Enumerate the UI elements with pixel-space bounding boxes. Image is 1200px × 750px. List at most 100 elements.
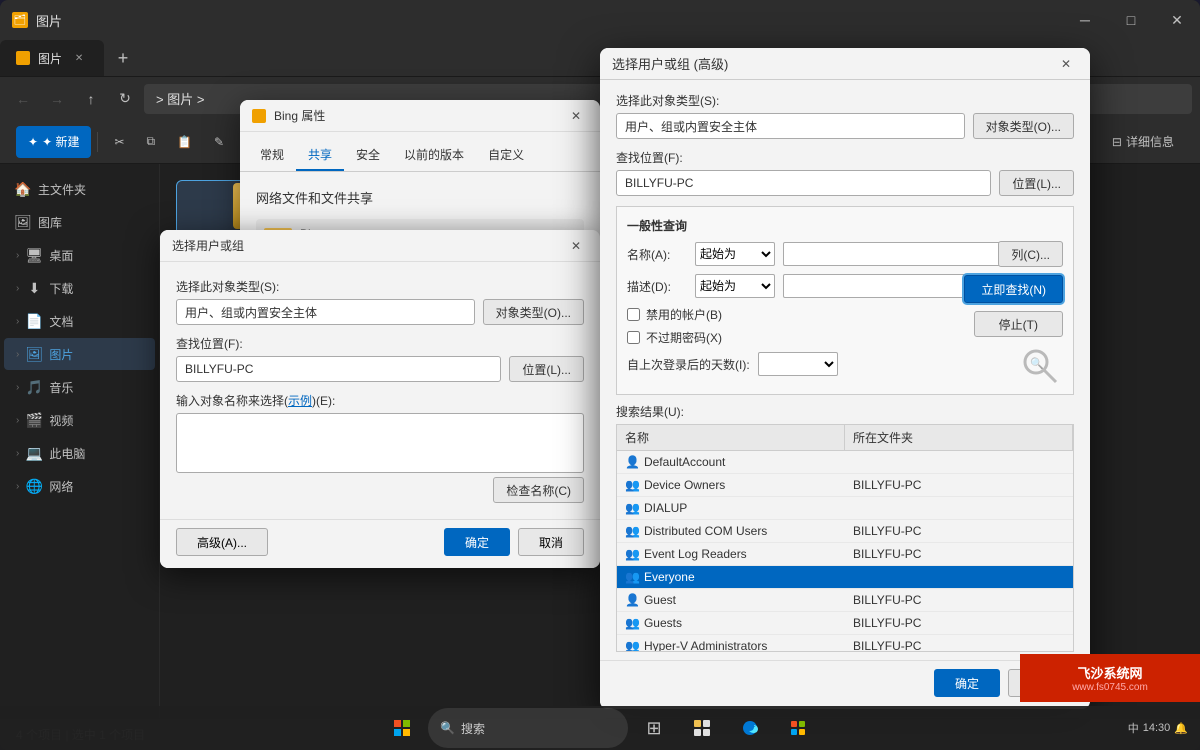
sidebar-item-desktop[interactable]: › 🖥 桌面 (4, 239, 155, 271)
tab-close-button[interactable]: ✕ (70, 49, 88, 67)
object-type-value: 用户、组或内置安全主体 (185, 304, 317, 321)
adv-location-btn[interactable]: 位置(L)... (999, 170, 1074, 196)
notification-icon[interactable]: 🔔 (1174, 722, 1188, 735)
disabled-checkbox[interactable] (627, 308, 640, 321)
sidebar-item-videos[interactable]: › 🎬 视频 (4, 404, 155, 436)
taskview-button[interactable]: ⊞ (632, 708, 676, 748)
refresh-button[interactable]: ↻ (110, 84, 140, 114)
tab-security[interactable]: 安全 (344, 140, 392, 171)
bing-props-title: Bing 属性 (274, 107, 564, 124)
back-button[interactable]: ← (8, 84, 38, 114)
list-columns-button[interactable]: 列(C)... (998, 241, 1063, 267)
cut-button[interactable]: ✂ (104, 126, 134, 158)
result-row-7[interactable]: 👥Guests BILLYFU-PC (617, 612, 1073, 635)
results-section: 搜索结果(U): 名称 所在文件夹 👤DefaultAccount 👥Devic… (616, 403, 1074, 652)
close-button[interactable]: ✕ (1154, 0, 1200, 40)
no-expire-label: 不过期密码(X) (646, 329, 722, 346)
svg-text:🔍: 🔍 (1030, 356, 1044, 370)
home-icon: 🏠 (16, 182, 30, 196)
object-type-input: 用户、组或内置安全主体 (176, 299, 475, 325)
sidebar-item-pictures[interactable]: › 🖼 图片 (4, 338, 155, 370)
select-user-cancel[interactable]: 取消 (518, 528, 584, 556)
paste-button[interactable]: 📋 (167, 126, 202, 158)
taskbar: 🔍 搜索 ⊞ 中 (0, 706, 1200, 750)
desc-select[interactable]: 起始为 (695, 274, 775, 298)
sidebar-item-network[interactable]: › 🌐 网络 (4, 470, 155, 502)
store-taskbar-btn[interactable] (776, 708, 820, 748)
forward-button[interactable]: → (42, 84, 72, 114)
sidebar-item-music[interactable]: › 🎵 音乐 (4, 371, 155, 403)
example-link[interactable]: 示例 (288, 394, 312, 408)
check-name-button[interactable]: 检查名称(C) (493, 477, 584, 503)
result-row-6[interactable]: 👤Guest BILLYFU-PC (617, 589, 1073, 612)
sidebar-item-downloads[interactable]: › ⬇ 下载 (4, 272, 155, 304)
result-name-4: 👥Event Log Readers (617, 543, 845, 565)
rename-button[interactable]: ✎ (204, 126, 234, 158)
days-select[interactable] (758, 352, 838, 376)
maximize-button[interactable]: □ (1108, 0, 1154, 40)
sidebar: 🏠 主文件夹 🖼 图库 › 🖥 桌面 › ⬇ 下载 › 📄 文档 (0, 164, 160, 718)
desc-label: 描述(D): (627, 278, 687, 295)
result-row-3[interactable]: 👥Distributed COM Users BILLYFU-PC (617, 520, 1073, 543)
start-button[interactable] (380, 708, 424, 748)
minimize-button[interactable]: ─ (1062, 0, 1108, 40)
adv-object-btn[interactable]: 对象类型(O)... (973, 113, 1074, 139)
watermark-url: www.fs0745.com (1072, 682, 1148, 693)
sidebar-label-downloads: 下载 (49, 280, 73, 297)
tab-sharing[interactable]: 共享 (296, 140, 344, 171)
tab-pictures[interactable]: 图片 ✕ (0, 40, 104, 76)
select-user-ok[interactable]: 确定 (444, 528, 510, 556)
result-folder-4: BILLYFU-PC (845, 543, 1073, 565)
address-path: > 图片 > (156, 89, 204, 108)
result-row-0[interactable]: 👤DefaultAccount (617, 451, 1073, 474)
expand-icon4: › (16, 349, 19, 360)
tab-general[interactable]: 常规 (248, 140, 296, 171)
new-button[interactable]: ✦ ✦ 新建 (16, 126, 91, 158)
gallery-icon: 🖼 (16, 215, 30, 229)
details-button[interactable]: ⊟ 详细信息 (1102, 126, 1184, 158)
tab-custom[interactable]: 自定义 (476, 140, 536, 171)
results-header: 名称 所在文件夹 (617, 425, 1073, 451)
select-user-close[interactable]: ✕ (564, 234, 588, 258)
object-name-input[interactable] (176, 413, 584, 473)
result-row-5[interactable]: 👥Everyone (617, 566, 1073, 589)
edge-taskbar-btn[interactable] (728, 708, 772, 748)
result-row-4[interactable]: 👥Event Log Readers BILLYFU-PC (617, 543, 1073, 566)
separator1 (97, 132, 98, 152)
adv-location-label: 查找位置(F): (616, 149, 1074, 166)
location-button[interactable]: 位置(L)... (509, 356, 584, 382)
sidebar-item-home[interactable]: 🏠 主文件夹 (4, 173, 155, 205)
no-expire-checkbox[interactable] (627, 331, 640, 344)
new-tab-button[interactable]: + (108, 43, 138, 73)
advanced-ok[interactable]: 确定 (934, 669, 1000, 697)
bing-props-close[interactable]: ✕ (564, 104, 588, 128)
result-folder-0 (845, 451, 1073, 473)
name-select[interactable]: 起始为 (695, 242, 775, 266)
result-folder-7: BILLYFU-PC (845, 612, 1073, 634)
stop-button[interactable]: 停止(T) (974, 311, 1063, 337)
result-row-2[interactable]: 👥DIALUP (617, 497, 1073, 520)
result-folder-6: BILLYFU-PC (845, 589, 1073, 611)
search-now-button[interactable]: 立即查找(N) (964, 275, 1063, 303)
result-folder-3: BILLYFU-PC (845, 520, 1073, 542)
result-row-8[interactable]: 👥Hyper-V Administrators BILLYFU-PC (617, 635, 1073, 651)
general-query-section: 一般性查询 名称(A): 起始为 描述(D): 起始为 列(C)... 立即查找… (616, 206, 1074, 395)
search-button[interactable]: 🔍 搜索 (428, 708, 628, 748)
copy-button[interactable]: ⧉ (137, 126, 166, 158)
tab-previous[interactable]: 以前的版本 (392, 140, 476, 171)
result-row-1[interactable]: 👥Device Owners BILLYFU-PC (617, 474, 1073, 497)
sidebar-item-computer[interactable]: › 💻 此电脑 (4, 437, 155, 469)
sidebar-item-documents[interactable]: › 📄 文档 (4, 305, 155, 337)
spacer (276, 528, 436, 556)
language-indicator[interactable]: 中 (1128, 720, 1139, 736)
advanced-close[interactable]: ✕ (1054, 52, 1078, 76)
object-type-button[interactable]: 对象类型(O)... (483, 299, 584, 325)
watermark: 飞沙系统网 www.fs0745.com (1020, 654, 1200, 702)
explorer-taskbar-btn[interactable] (680, 708, 724, 748)
up-button[interactable]: ↑ (76, 84, 106, 114)
expand-icon8: › (16, 481, 19, 492)
sidebar-item-gallery[interactable]: 🖼 图库 (4, 206, 155, 238)
adv-location-row: BILLYFU-PC 位置(L)... (616, 170, 1074, 196)
advanced-button[interactable]: 高级(A)... (176, 528, 268, 556)
window-controls: ─ □ ✕ (1062, 0, 1200, 40)
